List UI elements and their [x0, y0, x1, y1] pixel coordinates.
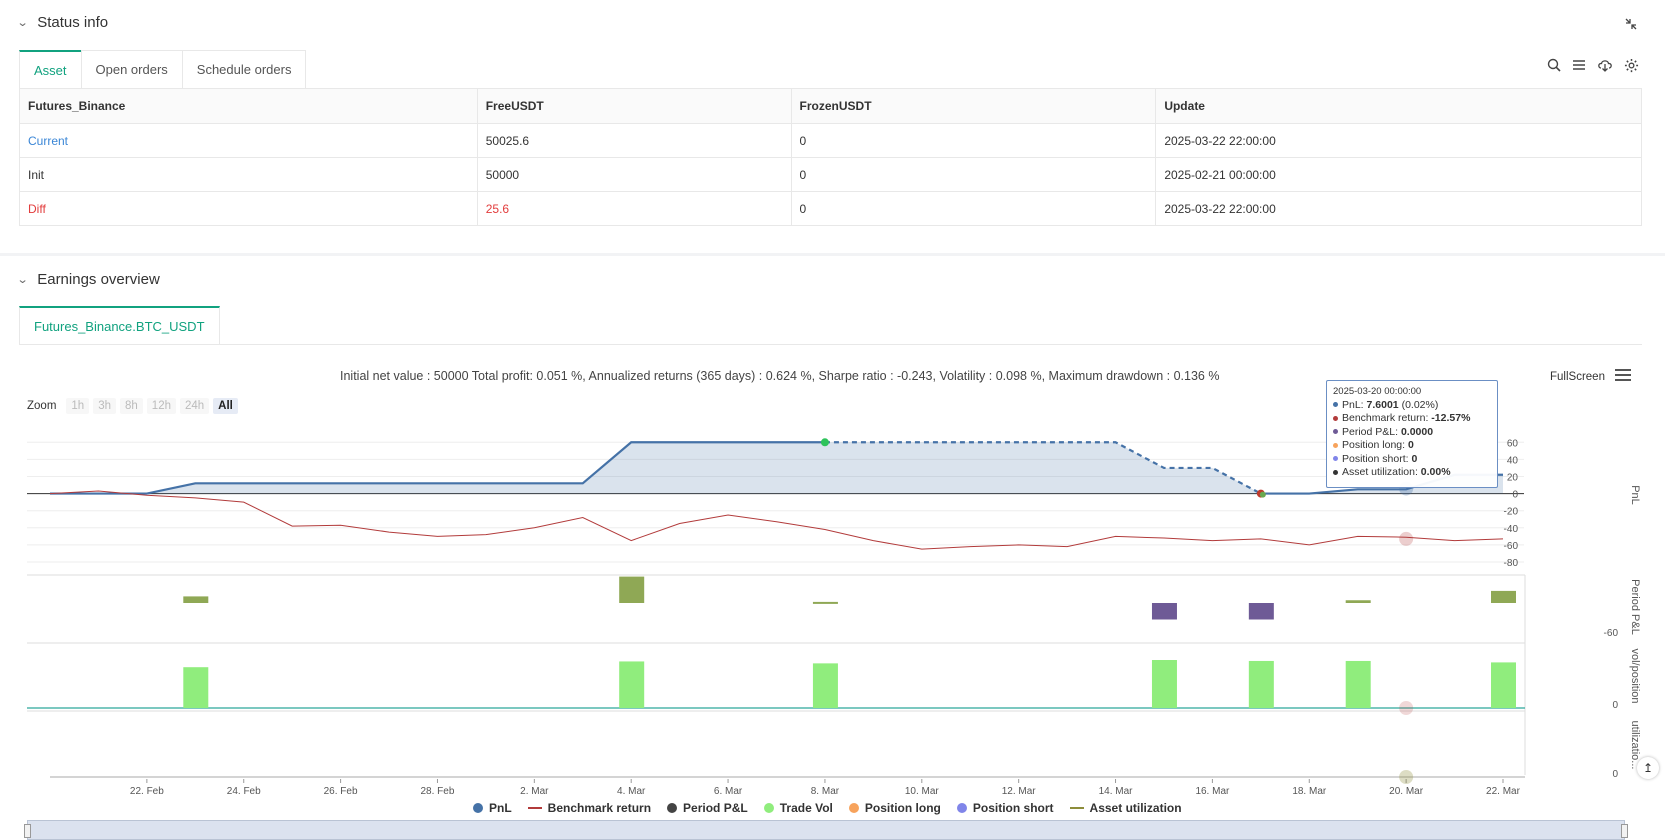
table-row: Current 50025.6 0 2025-03-22 22:00:00: [19, 123, 1642, 158]
cell-update: 2025-02-21 00:00:00: [1155, 157, 1642, 192]
chevron-down-icon[interactable]: ⌄: [17, 16, 29, 29]
legend-label: Asset utilization: [1089, 801, 1182, 815]
legend-item-position-long[interactable]: Position long: [848, 801, 941, 815]
legend-label: Position long: [864, 801, 941, 815]
cell-frozen: 0: [790, 157, 1157, 192]
legend-marker: [956, 803, 967, 813]
performance-summary: Initial net value : 50000 Total profit: …: [340, 369, 1220, 383]
zoom-24h-button[interactable]: 24h: [179, 398, 210, 414]
list-icon[interactable]: [1570, 56, 1588, 74]
cloud-download-icon[interactable]: [1596, 56, 1614, 74]
status-info-panel: ⌄ Status info Asset Open orders Schedule…: [0, 0, 1665, 253]
chart-tooltip: 2025-03-20 00:00:00 PnL: 7.6001 (0.02%) …: [1326, 380, 1498, 488]
fullscreen-button[interactable]: FullScreen: [1550, 371, 1605, 383]
zoom-8h-button[interactable]: 8h: [120, 398, 143, 414]
chevron-down-icon[interactable]: ⌄: [17, 273, 29, 286]
legend-marker: [763, 803, 774, 813]
earnings-tabs: Futures_Binance.BTC_USDT: [19, 306, 1642, 345]
header-free: FreeUSDT: [476, 88, 792, 124]
cell-update: 2025-03-22 22:00:00: [1155, 123, 1642, 158]
zoom-12h-button[interactable]: 12h: [146, 398, 176, 414]
earnings-title: Earnings overview: [37, 271, 160, 288]
tab-futures-binance-btc-usdt[interactable]: Futures_Binance.BTC_USDT: [19, 306, 220, 344]
tab-open-orders[interactable]: Open orders: [80, 50, 183, 88]
cell-update: 2025-03-22 22:00:00: [1155, 191, 1642, 226]
legend-item-period-p-l[interactable]: Period P&L: [667, 801, 748, 815]
cell-free: 50000: [476, 157, 792, 192]
table-row: Init 50000 0 2025-02-21 00:00:00: [19, 157, 1642, 192]
table-header-row: Futures_Binance FreeUSDT FrozenUSDT Upda…: [19, 88, 1642, 124]
legend-item-trade-vol[interactable]: Trade Vol: [763, 801, 833, 815]
legend-item-pnl[interactable]: PnL: [473, 801, 512, 815]
tab-asset[interactable]: Asset: [19, 50, 82, 88]
row-label-init: Init: [19, 157, 478, 192]
legend-marker: [848, 803, 859, 813]
legend-label: PnL: [489, 801, 512, 815]
zoom-all-button[interactable]: All: [213, 398, 238, 414]
tooltip-date: 2025-03-20 00:00:00: [1333, 386, 1422, 397]
tooltip-period-pnl: Period P&L: 0.0000: [1333, 426, 1491, 440]
legend-marker: [527, 807, 542, 809]
legend-item-position-short[interactable]: Position short: [956, 801, 1054, 815]
chart-navigator[interactable]: [24, 820, 1628, 840]
zoom-1h-button[interactable]: 1h: [66, 398, 90, 414]
header-frozen: FrozenUSDT: [790, 88, 1157, 124]
collapse-icon[interactable]: [1622, 15, 1640, 33]
row-label-diff: Diff: [19, 191, 478, 226]
status-info-title: Status info: [37, 14, 109, 31]
cell-free: 50025.6: [476, 123, 792, 158]
zoom-controls: Zoom 1h 3h 8h 12h 24h All: [27, 398, 238, 414]
tooltip-benchmark: Benchmark return: -12.57%: [1333, 412, 1491, 426]
chart-legend: PnL Benchmark return Period P&L Trade Vol Po…: [473, 801, 1182, 815]
legend-label: Trade Vol: [779, 801, 833, 815]
header-update: Update: [1155, 88, 1642, 124]
cell-frozen: 0: [790, 123, 1157, 158]
legend-marker: [1069, 807, 1084, 809]
navigator-left-handle[interactable]: [24, 824, 31, 838]
earnings-header[interactable]: ⌄ Earnings overview: [17, 271, 160, 288]
row-label-current[interactable]: Current: [19, 123, 478, 158]
status-info-header[interactable]: ⌄ Status info: [17, 14, 109, 31]
navigator-right-handle[interactable]: [1621, 824, 1628, 838]
table-row: Diff 25.6 0 2025-03-22 22:00:00: [19, 191, 1642, 226]
asset-table: Futures_Binance FreeUSDT FrozenUSDT Upda…: [19, 88, 1642, 226]
legend-item-asset-utilization[interactable]: Asset utilization: [1069, 801, 1182, 815]
tab-schedule-orders[interactable]: Schedule orders: [181, 50, 307, 88]
chart-menu-icon[interactable]: [1615, 369, 1631, 383]
tooltip-position-long: Position long: 0: [1333, 439, 1491, 453]
tooltip-pnl: PnL: 7.6001 (0.02%): [1333, 399, 1491, 413]
status-tabs: Asset Open orders Schedule orders: [19, 50, 307, 89]
tooltip-position-short: Position short: 0: [1333, 453, 1491, 467]
header-exchange: Futures_Binance: [19, 88, 478, 124]
cell-frozen: 0: [790, 191, 1157, 226]
zoom-3h-button[interactable]: 3h: [93, 398, 116, 414]
legend-label: Position short: [972, 801, 1054, 815]
zoom-label: Zoom: [27, 400, 57, 412]
legend-label: Period P&L: [683, 801, 748, 815]
search-icon[interactable]: [1545, 56, 1563, 74]
scroll-to-top-button[interactable]: ↥: [1637, 757, 1659, 779]
legend-marker: [667, 803, 678, 813]
legend-marker: [473, 803, 483, 813]
gear-icon[interactable]: [1622, 56, 1640, 74]
legend-item-benchmark-return[interactable]: Benchmark return: [527, 801, 652, 815]
earnings-overview-panel: ⌄ Earnings overview Futures_Binance.BTC_…: [0, 256, 1665, 840]
legend-label: Benchmark return: [547, 801, 652, 815]
tooltip-asset-utilization: Asset utilization: 0.00%: [1333, 466, 1491, 480]
cell-free: 25.6: [476, 191, 792, 226]
